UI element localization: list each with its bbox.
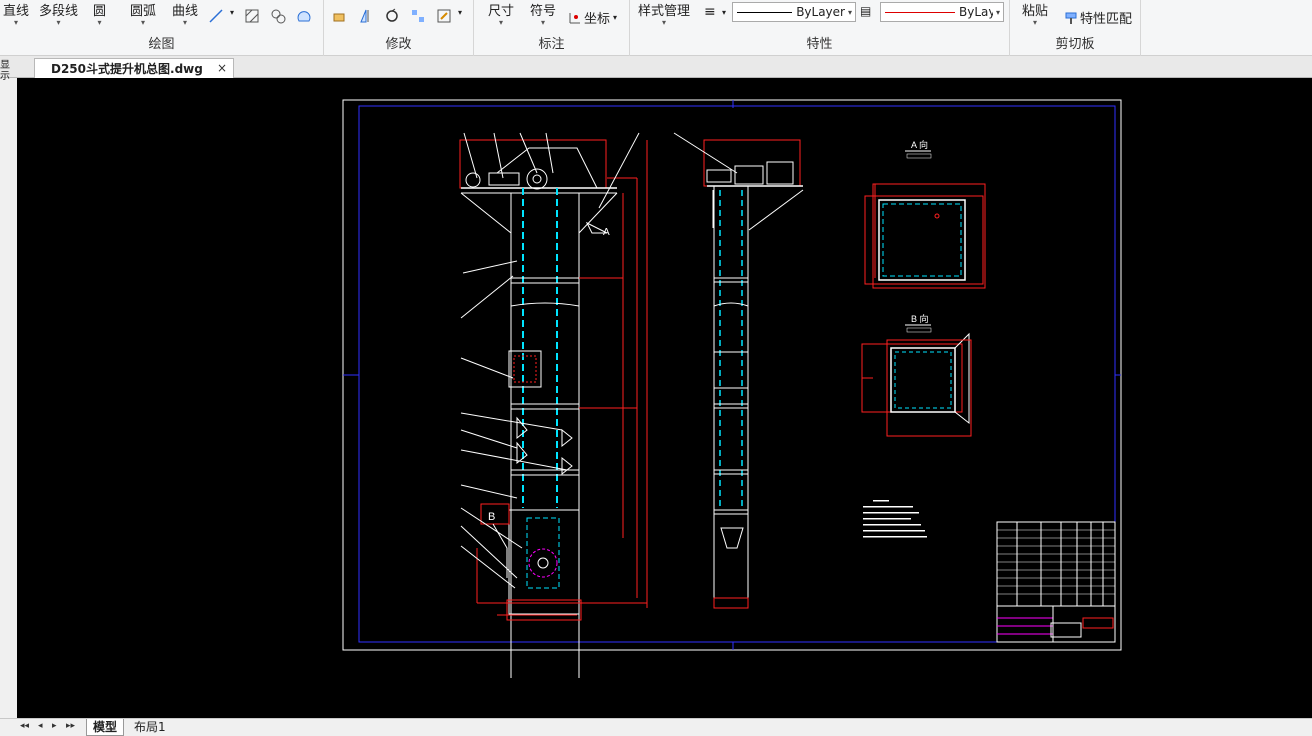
coordinate-label: 坐标 [584,12,611,27]
curve-label: 曲线 [172,4,199,19]
chevron-down-icon: ▾ [662,18,667,27]
layer-icon: ▤ [860,4,872,18]
chevron-down-icon: ▾ [14,18,19,27]
boundary-icon[interactable] [296,8,312,24]
brush-icon [1065,12,1077,24]
chevron-down-icon: ▾ [995,7,1000,17]
close-icon[interactable]: × [217,61,227,75]
modify-group-label: 修改 [385,37,412,52]
construction-line-icon[interactable] [208,8,224,24]
coordinate-icon [569,12,580,23]
tab-layout1[interactable]: 布局1 [128,719,172,736]
technical-notes [863,500,927,538]
rotate-icon[interactable] [384,8,400,24]
match-properties-button[interactable]: 特性匹配 [1064,8,1132,27]
document-tab-label: D250斗式提升机总图.dwg [51,62,203,76]
inspection-door [508,350,542,388]
document-tab[interactable]: D250斗式提升机总图.dwg × [34,58,234,78]
line-label: 直线 [3,4,30,19]
circle-button[interactable]: 圆 ▾ [93,0,106,27]
mirror-icon[interactable] [358,8,374,24]
section-label-a: A [603,227,610,238]
color-preview [885,11,955,13]
chevron-down-icon: ▾ [613,13,618,22]
motor-wheel [465,172,481,188]
chevron-down-icon: ▾ [97,18,102,27]
annotate-group: 尺寸 ▾ 符号 ▾ 坐标 ▾ 标注 [474,0,630,56]
drawing-svg: B A A 向 B 向 [342,99,1122,678]
chevron-down-icon: ▾ [847,7,852,17]
paste-label: 粘贴 [1022,4,1049,19]
linetype-preview [737,11,793,13]
dimension-button[interactable]: 尺寸 ▾ [488,0,514,27]
document-tab-bar: D250斗式提升机总图.dwg × [0,56,1312,78]
lineweight-icon[interactable]: ≡ [704,4,716,20]
drawing-canvas[interactable]: B A A 向 B 向 [17,78,1312,718]
next-layout-icon[interactable]: ▸ [52,721,57,731]
view-a-title: A 向 [911,139,928,150]
chevron-down-icon: ▾ [541,18,546,27]
color-value: ByLayer [959,5,993,19]
chevron-down-icon: ▾ [183,18,188,27]
draw-group: 直线 ▾ 多段线 ▾ 圆 ▾ 圆弧 ▾ 曲线 ▾ ▾ 绘图 [0,0,324,56]
boot-section [508,509,580,601]
left-toolbar-label: 显示 [0,60,10,82]
clipboard-group-label: 剪切板 [1055,37,1095,52]
arc-button[interactable]: 圆弧 ▾ [130,0,156,27]
chevron-down-icon[interactable]: ▾ [230,8,234,17]
dimension-label: 尺寸 [488,4,515,19]
title-block [996,521,1116,643]
region-icon[interactable] [270,8,286,24]
copy-icon[interactable] [332,8,348,24]
ribbon: 直线 ▾ 多段线 ▾ 圆 ▾ 圆弧 ▾ 曲线 ▾ ▾ 绘图 ▾ 修改 尺寸 ▾ 符号 ▾ 坐标… [0,0,1312,56]
polyline-label: 多段线 [39,4,79,19]
clipboard-group: 粘贴 ▾ 特性匹配 剪切板 [1010,0,1141,56]
chevron-down-icon[interactable]: ▾ [458,8,462,17]
prev-layout-icon[interactable]: ◂ [38,721,43,731]
tab-model[interactable]: 模型 [86,719,125,736]
match-properties-label: 特性匹配 [1080,12,1133,27]
array-icon[interactable] [410,8,426,24]
symbol-label: 符号 [530,4,557,19]
arc-label: 圆弧 [130,4,157,19]
color-select[interactable]: ByLayer ▾ [880,2,1004,22]
section-label-b: B [488,511,495,523]
last-layout-icon[interactable]: ▸▸ [66,721,75,731]
style-manager-button[interactable]: 样式管理 ▾ [638,0,690,27]
linetype-select[interactable]: ByLayer ▾ [732,2,856,22]
modify-group: ▾ 修改 [324,0,474,56]
style-manager-label: 样式管理 [638,4,691,19]
symbol-button[interactable]: 符号 ▾ [530,0,556,27]
view-a: A 向 [864,139,986,289]
view-b-title: B 向 [911,313,929,324]
chevron-down-icon: ▾ [56,18,61,27]
tail-pulley [528,548,558,578]
chevron-down-icon[interactable]: ▾ [722,8,726,17]
chevron-down-icon: ▾ [141,18,146,27]
annotate-group-label: 标注 [538,37,565,52]
circle-label: 圆 [93,4,107,19]
left-toolbar[interactable]: 显示 [0,60,14,110]
layout-tab-bar: ◂◂ ◂ ▸ ▸▸ 模型 布局1 [0,718,1312,736]
view-b: B 向 [861,313,972,437]
paste-button[interactable]: 粘贴 ▾ [1022,0,1048,27]
linetype-value: ByLayer [796,5,845,19]
edit-icon[interactable] [436,8,452,24]
draw-group-label: 绘图 [148,37,175,52]
coordinate-button[interactable]: 坐标 ▾ [568,8,617,27]
polyline-button[interactable]: 多段线 ▾ [39,0,78,27]
chevron-down-icon: ▾ [1033,18,1038,27]
properties-group: 样式管理▾ ≡ ▾ ByLayer ▾ ▤ ByLayer ▾ 特性 [630,0,1010,56]
line-button[interactable]: 直线 ▾ [3,0,29,27]
side-view [673,132,804,609]
curve-button[interactable]: 曲线 ▾ [172,0,198,27]
front-view: B A [459,132,648,678]
chevron-down-icon: ▾ [499,18,504,27]
properties-group-label: 特性 [806,37,833,52]
first-layout-icon[interactable]: ◂◂ [20,721,29,731]
hatch-icon[interactable] [244,8,260,24]
